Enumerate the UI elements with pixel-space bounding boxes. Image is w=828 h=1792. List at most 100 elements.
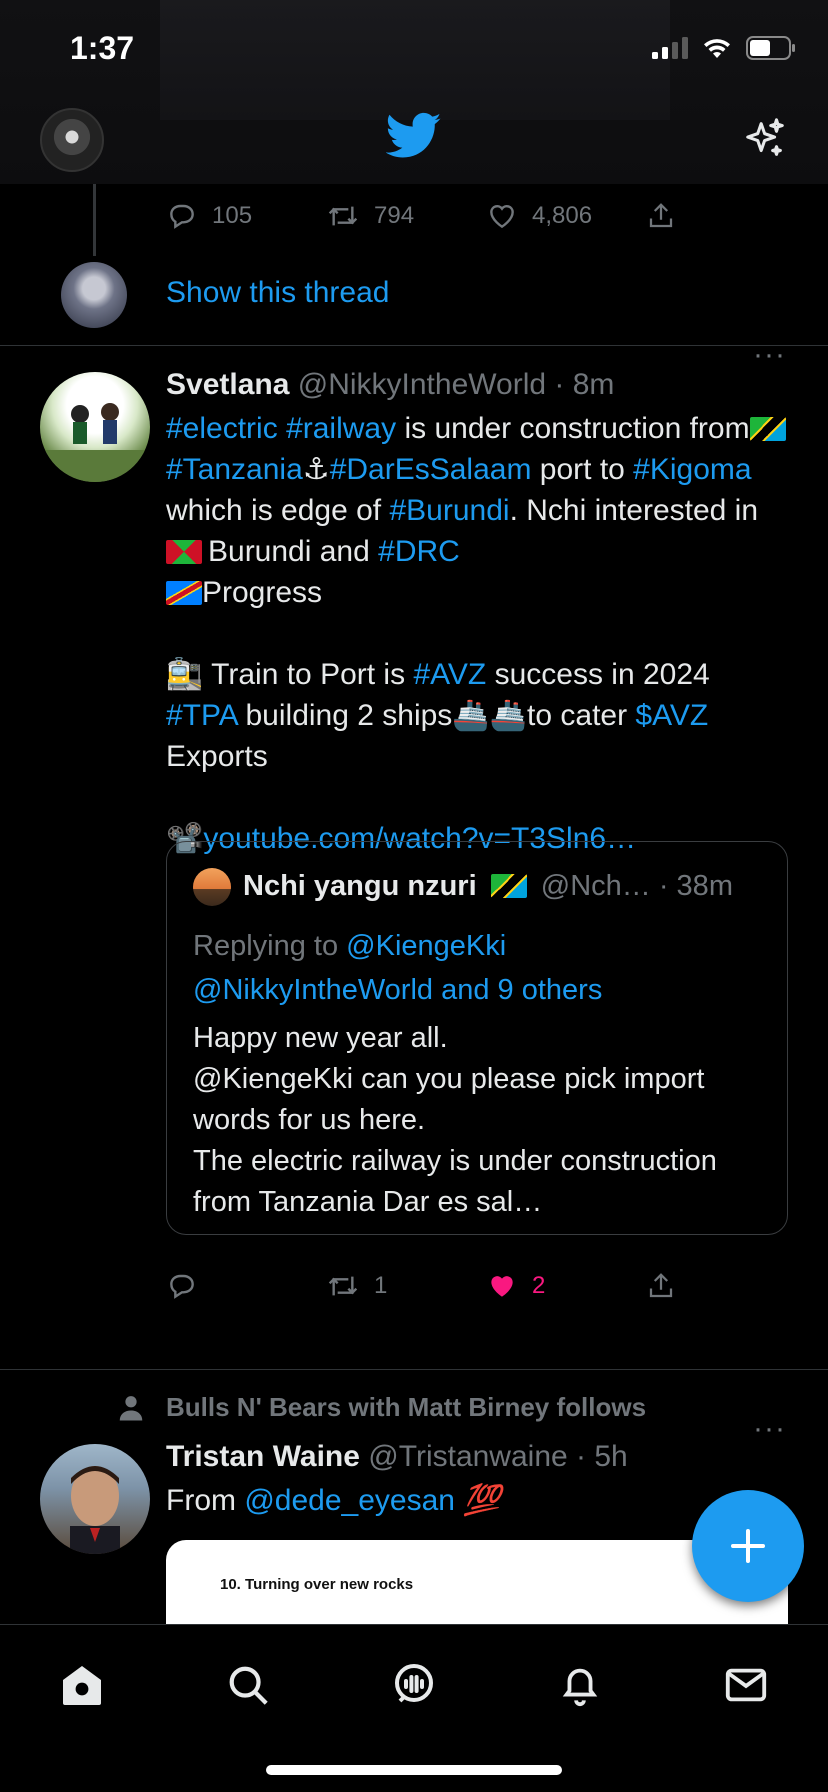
signal-icon [652,37,688,59]
retweet-button[interactable]: 794 [326,200,486,232]
hashtag-link[interactable]: #Burundi [389,494,509,527]
hashtag-link[interactable]: #electric [166,412,278,445]
tweet-body: Tristan Waine @Tristanwaine · 5h From @d… [166,1440,786,1521]
retweet-count: 1 [374,1272,388,1299]
text-span: is under construction from [396,412,750,445]
status-icons [652,36,796,60]
share-button[interactable] [646,200,676,232]
share-icon [649,203,673,228]
profile-avatar[interactable] [40,108,104,172]
tweet-svetlana[interactable]: ··· Svetlana @NikkyIntheWorld · 8m #elec… [0,338,828,1370]
hundred-emoji: 💯 [463,1484,501,1517]
mention-link[interactable]: @NikkyIntheWorld and 9 others [193,974,602,1006]
reply-icon [170,1274,194,1299]
mention-link[interactable]: @KiengeKki [346,930,506,962]
more-options-button[interactable]: ··· [753,338,786,372]
tab-search[interactable] [218,1655,278,1715]
social-context[interactable]: Bulls N' Bears with Matt Birney follows [116,1392,646,1423]
text-span: 🚉 Train to Port is [166,658,414,691]
drc-flag-icon [166,581,202,605]
author-name[interactable]: Tristan Waine [166,1440,360,1473]
hashtag-link[interactable]: #DRC [378,535,460,568]
tweet-text: From @dede_eyesan 💯 [166,1480,786,1521]
tab-messages[interactable] [716,1655,776,1715]
text-span: Progress [202,576,323,609]
like-count: 4,806 [532,202,593,229]
text-span: success in 2024 [486,658,710,691]
cashtag-link[interactable]: $AVZ [635,699,708,732]
text-span: to cater [527,699,636,732]
previous-tweet-actions: 105 794 4,806 [166,200,686,232]
retweet-icon [328,206,358,226]
reply-button[interactable] [166,1270,326,1302]
hashtag-link[interactable]: #Tanzania [166,453,303,486]
burundi-flag-icon [166,540,202,564]
tanzania-flag-icon [749,417,786,441]
anchor-emoji: ⚓ [302,453,330,486]
quoted-tweet[interactable]: Nchi yangu nzuri @Nch… · 38m Replying to… [166,841,788,1235]
hashtag-link[interactable]: #DarEsSalaam [330,453,532,486]
tweet-author-avatar[interactable] [40,372,150,482]
hashtag-link[interactable]: #railway [286,412,396,445]
reply-button[interactable]: 105 [166,200,326,232]
text-span: From [166,1484,245,1517]
tweet-body: Svetlana @NikkyIntheWorld · 8m #electric… [166,368,786,859]
tab-home[interactable] [52,1655,112,1715]
mail-icon [725,1668,767,1702]
heart-icon [490,204,514,229]
text-span: Exports [166,740,268,773]
tab-spaces[interactable] [384,1655,444,1715]
tweet-header: Svetlana @NikkyIntheWorld · 8m [166,368,786,402]
wifi-icon [704,39,730,58]
battery-icon [746,36,795,60]
author-handle[interactable]: @Tristanwaine [368,1440,567,1473]
hashtag-link[interactable]: #TPA [166,699,237,732]
text-span: . Nchi interested in [509,494,759,527]
text-span: which is edge of [166,494,390,527]
author-handle[interactable]: @NikkyIntheWorld [298,368,546,401]
tweet-text-paragraph-2: 🚉 Train to Port is #AVZ success in 2024 … [166,654,786,777]
share-icon [649,1273,673,1298]
like-button[interactable]: 4,806 [486,200,646,232]
previous-tweet: 105 794 4,806 Show this thread [0,184,828,346]
mention-link[interactable]: @dede_eyesan [244,1484,455,1517]
tweet-author-avatar[interactable] [40,1444,150,1554]
replying-to-label: Replying to [193,930,347,962]
thread-author-avatar[interactable] [61,262,127,328]
media-title: 10. Turning over new rocks [220,1576,414,1593]
bell-icon [562,1668,598,1707]
quoted-author-name: Nchi yangu nzuri [243,870,477,902]
author-name[interactable]: Svetlana [166,368,289,401]
ship-emoji: 🚢🚢 [452,699,528,732]
search-icon [229,1666,268,1705]
tab-notifications[interactable] [550,1655,610,1715]
tweet-header: Tristan Waine @Tristanwaine · 5h [166,1440,786,1474]
quoted-tweet-header: Nchi yangu nzuri @Nch… · 38m [243,870,733,903]
home-icon [63,1666,101,1705]
quoted-text-line: The electric railway is under constructi… [193,1145,717,1218]
twitter-logo-icon[interactable] [385,112,442,165]
quoted-text-line: Happy new year all. [193,1022,448,1054]
tanzania-flag-icon [490,874,527,898]
text-span: Burundi and [208,535,379,568]
like-button[interactable]: 2 [486,1270,646,1302]
quoted-tweet-time: · 38m [658,870,733,902]
quoted-author-avatar [193,868,231,906]
sparkle-icon[interactable] [742,116,788,167]
show-thread-link[interactable]: Show this thread [166,276,389,310]
tweet-actions: 1 2 [166,1270,686,1302]
retweet-button[interactable]: 1 [326,1270,486,1302]
compose-tweet-button[interactable] [692,1490,804,1602]
reply-icon [170,204,194,229]
heart-filled-icon [491,1276,513,1297]
text-span: building 2 ships [237,699,453,732]
status-time: 1:37 [70,30,135,66]
status-bar: 1:37 [0,0,828,100]
share-button[interactable] [646,1270,676,1302]
hashtag-link[interactable]: #Kigoma [633,453,751,486]
tweet-text-paragraph-1: #electric #railway is under construction… [166,408,786,613]
spaces-icon [395,1664,433,1703]
retweet-count: 794 [374,202,415,229]
person-icon [119,1395,143,1420]
hashtag-link[interactable]: #AVZ [413,658,486,691]
